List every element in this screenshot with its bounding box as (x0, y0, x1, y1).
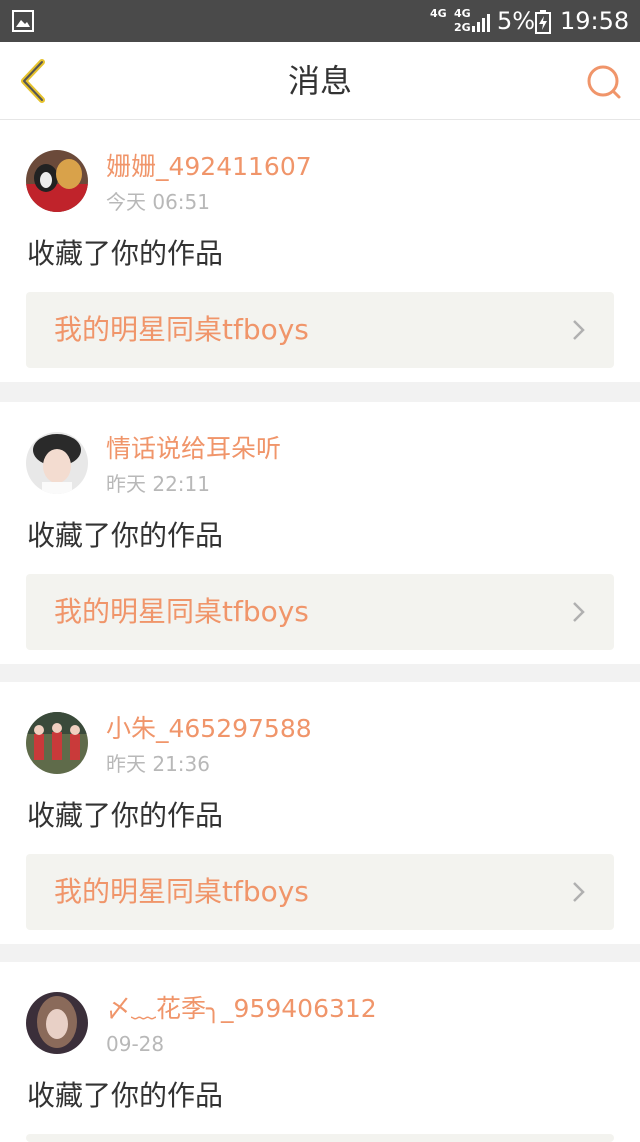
timestamp: 昨天 22:11 (106, 472, 210, 496)
action-text: 收藏了你的作品 (27, 237, 224, 270)
battery-charging-icon (535, 10, 551, 34)
app-header: 消息 (0, 42, 640, 120)
username[interactable]: 姗姗_492411607 (106, 150, 312, 184)
work-link[interactable] (26, 1134, 614, 1142)
avatar[interactable] (26, 432, 88, 494)
chevron-right-icon (573, 320, 585, 340)
message-card: 情话说给耳朵听 昨天 22:11 收藏了你的作品 我的明星同桌tfboys (0, 402, 640, 664)
message-card: 小朱_465297588 昨天 21:36 收藏了你的作品 我的明星同桌tfbo… (0, 682, 640, 944)
username[interactable]: 情话说给耳朵听 (106, 432, 281, 466)
username[interactable]: 〆﹏花季╮_959406312 (106, 992, 377, 1026)
signal-icon (472, 14, 490, 32)
message-card: 姗姗_492411607 今天 06:51 收藏了你的作品 我的明星同桌tfbo… (0, 120, 640, 382)
work-link[interactable]: 我的明星同桌tfboys (26, 574, 614, 650)
action-text: 收藏了你的作品 (27, 519, 224, 552)
username[interactable]: 小朱_465297588 (106, 712, 312, 746)
chevron-right-icon (573, 602, 585, 622)
network-4g-label-2: 4G (454, 7, 471, 20)
work-link[interactable]: 我的明星同桌tfboys (26, 292, 614, 368)
clock: 19:58 (560, 7, 630, 35)
avatar[interactable] (26, 992, 88, 1054)
work-link[interactable]: 我的明星同桌tfboys (26, 854, 614, 930)
timestamp: 昨天 21:36 (106, 752, 210, 776)
network-4g-label: 4G (430, 7, 447, 20)
chevron-right-icon (573, 882, 585, 902)
message-card: 〆﹏花季╮_959406312 09-28 收藏了你的作品 (0, 962, 640, 1142)
avatar[interactable] (26, 712, 88, 774)
search-button[interactable] (584, 62, 624, 102)
timestamp: 09-28 (106, 1032, 165, 1056)
action-text: 收藏了你的作品 (27, 799, 224, 832)
gallery-icon (12, 10, 34, 32)
timestamp: 今天 06:51 (106, 190, 210, 214)
work-title: 我的明星同桌tfboys (54, 313, 309, 346)
page-title: 消息 (287, 62, 352, 100)
network-2g-label: 2G (454, 21, 471, 34)
status-bar: 4G 4G 2G 5% 19:58 (0, 0, 640, 42)
work-title: 我的明星同桌tfboys (54, 875, 309, 908)
work-title: 我的明星同桌tfboys (54, 595, 309, 628)
battery-percent: 5% (497, 7, 536, 35)
action-text: 收藏了你的作品 (27, 1079, 224, 1112)
avatar[interactable] (26, 150, 88, 212)
